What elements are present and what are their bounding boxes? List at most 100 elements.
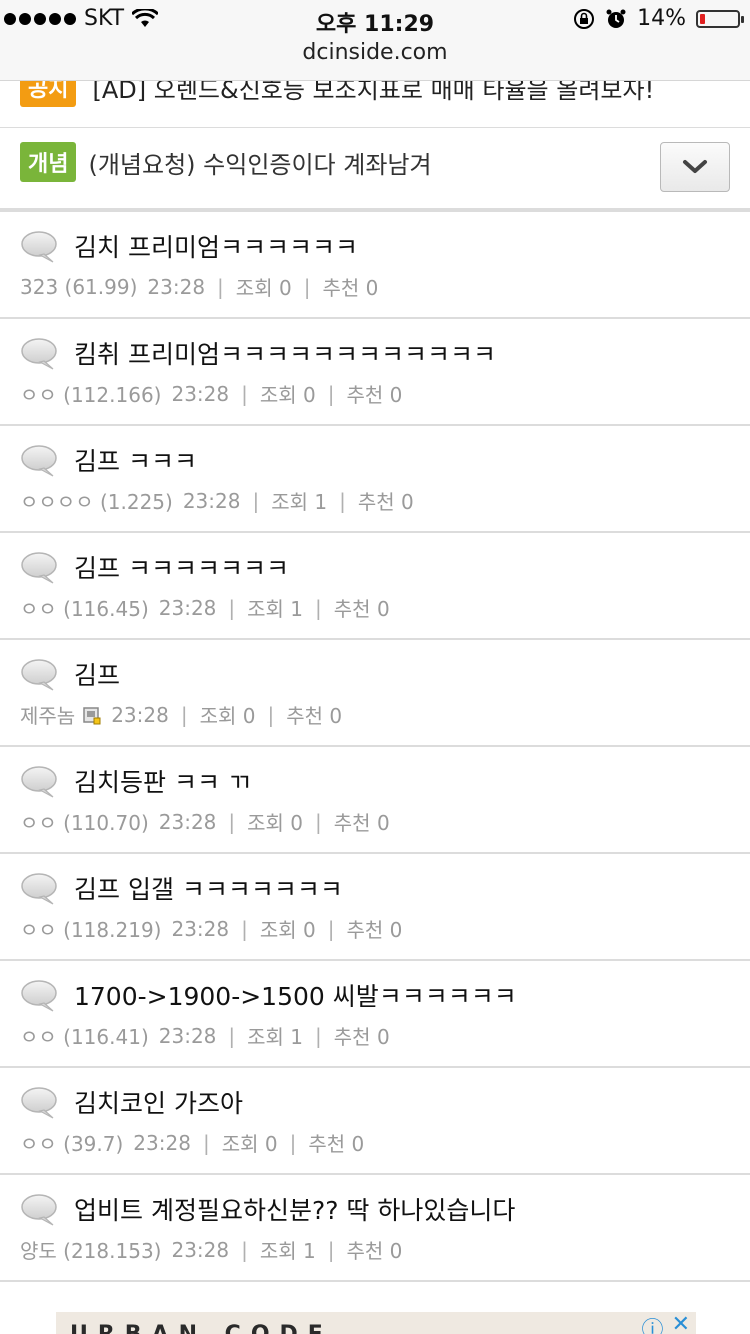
meta-separator: | <box>228 595 236 620</box>
post-title[interactable]: 김프 입갤 ㅋㅋㅋㅋㅋㅋㅋ <box>74 870 343 906</box>
post-author: 제주놈 <box>20 704 76 728</box>
post-meta: ㅇㅇ (112.166) 23:28 | 조회 0 | 추천 0 <box>20 379 402 408</box>
post-time: 23:28 <box>171 916 230 941</box>
post-likes: 추천 0 <box>308 1132 365 1156</box>
post-views: 조회 0 <box>259 383 316 407</box>
post-views: 조회 0 <box>235 276 292 300</box>
expand-notices-button[interactable] <box>660 142 730 192</box>
rotation-lock-icon <box>574 8 595 29</box>
speech-bubble-icon <box>21 873 57 905</box>
meta-separator: | <box>180 702 188 727</box>
meta-separator: | <box>315 1023 322 1048</box>
post-list-item[interactable]: 김프 ㅋㅋㅋ ㅇㅇㅇㅇ (1.225) 23:28 | 조회 1 | 추천 0 <box>0 426 750 533</box>
post-list-item[interactable]: 김프 ㅋㅋㅋㅋㅋㅋㅋ ㅇㅇ (116.45) 23:28 | 조회 1 | 추천… <box>0 533 750 640</box>
meta-separator: | <box>241 381 248 406</box>
post-meta: ㅇㅇ (118.219) 23:28 | 조회 0 | 추천 0 <box>20 914 402 943</box>
post-likes: 추천 0 <box>333 597 390 621</box>
notice-ad-text: [AD] 오렌드&신호등 보조지표로 매매 타율을 올려보자! <box>92 81 655 104</box>
status-right: 14% <box>573 6 744 31</box>
meta-separator: | <box>217 274 224 299</box>
ad-info-icon[interactable]: ⓘ <box>642 1312 664 1334</box>
post-title[interactable]: 김치 프리미엄ㅋㅋㅋㅋㅋㅋ <box>74 228 358 264</box>
post-list-item[interactable]: 김치 프리미엄ㅋㅋㅋㅋㅋㅋ 323 (61.99) 23:28 | 조회 0 |… <box>0 212 750 319</box>
meta-separator: | <box>327 1237 335 1262</box>
post-time: 23:28 <box>147 274 206 299</box>
post-author: ㅇㅇ (118.219) <box>20 918 162 942</box>
post-likes: 추천 0 <box>333 811 390 835</box>
post-title[interactable]: 업비트 계정필요하신분?? 딱 하나있습니다 <box>74 1191 515 1227</box>
meta-separator: | <box>228 1023 236 1048</box>
post-title[interactable]: 김치코인 가즈아 <box>74 1084 243 1120</box>
battery-level <box>700 13 705 24</box>
post-list: 김치 프리미엄ㅋㅋㅋㅋㅋㅋ 323 (61.99) 23:28 | 조회 0 |… <box>0 212 750 1282</box>
post-views: 조회 0 <box>199 704 256 728</box>
post-list-item[interactable]: 김프 입갤 ㅋㅋㅋㅋㅋㅋㅋ ㅇㅇ (118.219) 23:28 | 조회 0 … <box>0 854 750 961</box>
meta-separator: | <box>228 809 236 834</box>
post-author: 323 (61.99) <box>20 274 138 299</box>
post-list-item[interactable]: 김프 제주놈 23:28 | 조회 0 | 추천 0 <box>0 640 750 747</box>
post-author: ㅇㅇ (112.166) <box>20 383 162 407</box>
post-views: 조회 1 <box>247 1025 304 1049</box>
post-meta: ㅇㅇㅇㅇ (1.225) 23:28 | 조회 1 | 추천 0 <box>20 486 414 515</box>
post-time: 23:28 <box>133 1130 191 1155</box>
address-bar-url[interactable]: dcinside.com <box>0 40 750 65</box>
post-views: 조회 1 <box>259 1239 316 1263</box>
meta-separator: | <box>327 916 335 941</box>
concept-tag: 개념 <box>20 142 77 182</box>
post-list-item[interactable]: 김치등판 ㅋㅋ ㄲ ㅇㅇ (110.70) 23:28 | 조회 0 | 추천 … <box>0 747 750 854</box>
post-meta: 양도 (218.153) 23:28 | 조회 1 | 추천 0 <box>20 1235 402 1264</box>
post-author: ㅇㅇㅇㅇ (1.225) <box>20 490 173 514</box>
meta-separator: | <box>315 809 322 834</box>
post-meta: ㅇㅇ (110.70) 23:28 | 조회 0 | 추천 0 <box>20 807 390 836</box>
post-likes: 추천 0 <box>346 1239 403 1263</box>
concept-notice-text[interactable]: (개념요청) 수익인증이다 계좌남겨 <box>88 145 431 180</box>
post-likes: 추천 0 <box>357 490 414 514</box>
post-likes: 추천 0 <box>346 383 403 407</box>
post-time: 23:28 <box>171 381 230 406</box>
speech-bubble-icon <box>21 659 57 691</box>
post-meta: 323 (61.99) 23:28 | 조회 0 | 추천 0 <box>20 272 378 301</box>
ad-close-icon[interactable]: ✕ <box>672 1312 690 1334</box>
post-title[interactable]: 킴취 프리미엄ㅋㅋㅋㅋㅋㅋㅋㅋㅋㅋㅋㅋ <box>74 335 496 371</box>
post-time: 23:28 <box>111 702 169 727</box>
post-likes: 추천 0 <box>333 1025 390 1049</box>
meta-separator: | <box>267 702 275 727</box>
notice-ad-row[interactable]: 공지 [AD] 오렌드&신호등 보조지표로 매매 타율을 올려보자! <box>0 81 750 128</box>
chevron-down-icon <box>683 160 707 173</box>
post-views: 조회 0 <box>221 1132 278 1156</box>
post-likes: 추천 0 <box>322 276 379 300</box>
speech-bubble-icon <box>21 552 57 584</box>
battery-icon <box>696 9 744 28</box>
post-list-item[interactable]: 킴취 프리미엄ㅋㅋㅋㅋㅋㅋㅋㅋㅋㅋㅋㅋ ㅇㅇ (112.166) 23:28 |… <box>0 319 750 426</box>
battery-percent: 14% <box>637 6 686 31</box>
post-title[interactable]: 1700->1900->1500 씨발ㅋㅋㅋㅋㅋㅋ <box>74 977 517 1013</box>
meta-separator: | <box>241 916 248 941</box>
post-views: 조회 1 <box>271 490 328 514</box>
speech-bubble-icon <box>21 231 57 263</box>
post-time: 23:28 <box>158 809 217 834</box>
meta-separator: | <box>303 274 311 299</box>
post-title[interactable]: 김프 ㅋㅋㅋㅋㅋㅋㅋ <box>74 549 289 585</box>
post-meta: ㅇㅇ (116.45) 23:28 | 조회 1 | 추천 0 <box>20 593 390 622</box>
post-meta: ㅇㅇ (116.41) 23:28 | 조회 1 | 추천 0 <box>20 1021 390 1050</box>
gallog-icon[interactable] <box>83 706 101 724</box>
bottom-ad-banner[interactable]: URBAN CODE ⓘ ✕ <box>56 1312 696 1334</box>
meta-separator: | <box>289 1130 297 1155</box>
post-time: 23:28 <box>158 1023 217 1048</box>
post-title[interactable]: 김프 <box>74 656 120 692</box>
post-title[interactable]: 김프 ㅋㅋㅋ <box>74 442 197 478</box>
post-time: 23:28 <box>182 488 241 513</box>
post-views: 조회 0 <box>247 811 304 835</box>
speech-bubble-icon <box>21 980 57 1012</box>
post-list-item[interactable]: 업비트 계정필요하신분?? 딱 하나있습니다 양도 (218.153) 23:2… <box>0 1175 750 1282</box>
post-likes: 추천 0 <box>286 704 343 728</box>
post-list-item[interactable]: 1700->1900->1500 씨발ㅋㅋㅋㅋㅋㅋ ㅇㅇ (116.41) 23… <box>0 961 750 1068</box>
post-time: 23:28 <box>171 1237 230 1262</box>
post-list-item[interactable]: 김치코인 가즈아 ㅇㅇ (39.7) 23:28 | 조회 0 | 추천 0 <box>0 1068 750 1175</box>
post-title[interactable]: 김치등판 ㅋㅋ ㄲ <box>74 763 251 799</box>
speech-bubble-icon <box>21 445 57 477</box>
concept-notice-row: 개념 (개념요청) 수익인증이다 계좌남겨 <box>0 128 750 212</box>
meta-separator: | <box>241 1237 248 1262</box>
alarm-icon <box>606 9 626 28</box>
speech-bubble-icon <box>21 338 57 370</box>
